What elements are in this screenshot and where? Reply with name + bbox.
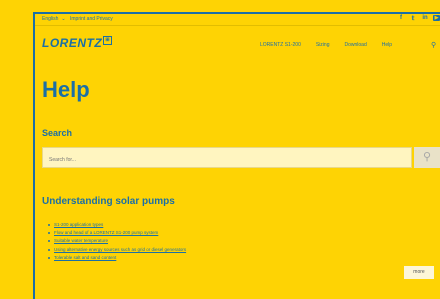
chevron-down-icon[interactable]: ⌄ <box>61 16 65 22</box>
list-item[interactable]: S1-200 application types <box>48 221 186 229</box>
more-button[interactable]: more <box>404 266 434 279</box>
search-heading: Search <box>42 128 73 138</box>
nav-item-download[interactable]: Download <box>344 42 366 48</box>
logo-text: LORENTZ <box>42 36 103 50</box>
list-item[interactable]: Tolerable salt and sand content <box>48 254 186 262</box>
search-icon[interactable]: ⚲ <box>431 41 436 49</box>
search-field[interactable] <box>42 147 412 170</box>
logo-mark-icon: ⊞ <box>103 36 113 45</box>
linkedin-icon[interactable]: in <box>421 15 429 22</box>
social-links: f 𝕥 in ▶ <box>397 15 440 22</box>
top-bar: English ⌄ Imprint and Privacy f 𝕥 in ▶ <box>35 14 440 26</box>
imprint-link[interactable]: Imprint and Privacy <box>70 16 113 22</box>
search-icon: ⚲ <box>422 151 432 163</box>
youtube-icon[interactable]: ▶ <box>433 15 440 21</box>
list-item[interactable]: Flow and head of a LORENTZ S1-200 pump s… <box>48 229 186 237</box>
twitter-icon[interactable]: 𝕥 <box>409 15 417 22</box>
link-list: S1-200 application types Flow and head o… <box>48 221 186 262</box>
list-item[interactable]: Suitable water temperature <box>48 237 186 245</box>
main-nav: LORENTZ S1-200 Sizing Download Help ⚲ <box>260 42 436 49</box>
nav-item-help[interactable]: Help <box>382 42 392 48</box>
nav-item-s1-200[interactable]: LORENTZ S1-200 <box>260 42 301 48</box>
language-selector[interactable]: English ⌄ Imprint and Privacy <box>42 16 116 22</box>
logo[interactable]: LORENTZ ⊞ <box>42 36 113 50</box>
search-button[interactable]: ⚲ <box>414 147 440 168</box>
facebook-icon[interactable]: f <box>397 15 405 22</box>
list-item[interactable]: Using alternative energy sources such as… <box>48 246 186 254</box>
section-heading: Understanding solar pumps <box>42 196 175 207</box>
search-input[interactable] <box>43 150 411 170</box>
nav-item-sizing[interactable]: Sizing <box>316 42 330 48</box>
language-label[interactable]: English <box>42 16 58 22</box>
page-title: Help <box>42 77 90 102</box>
